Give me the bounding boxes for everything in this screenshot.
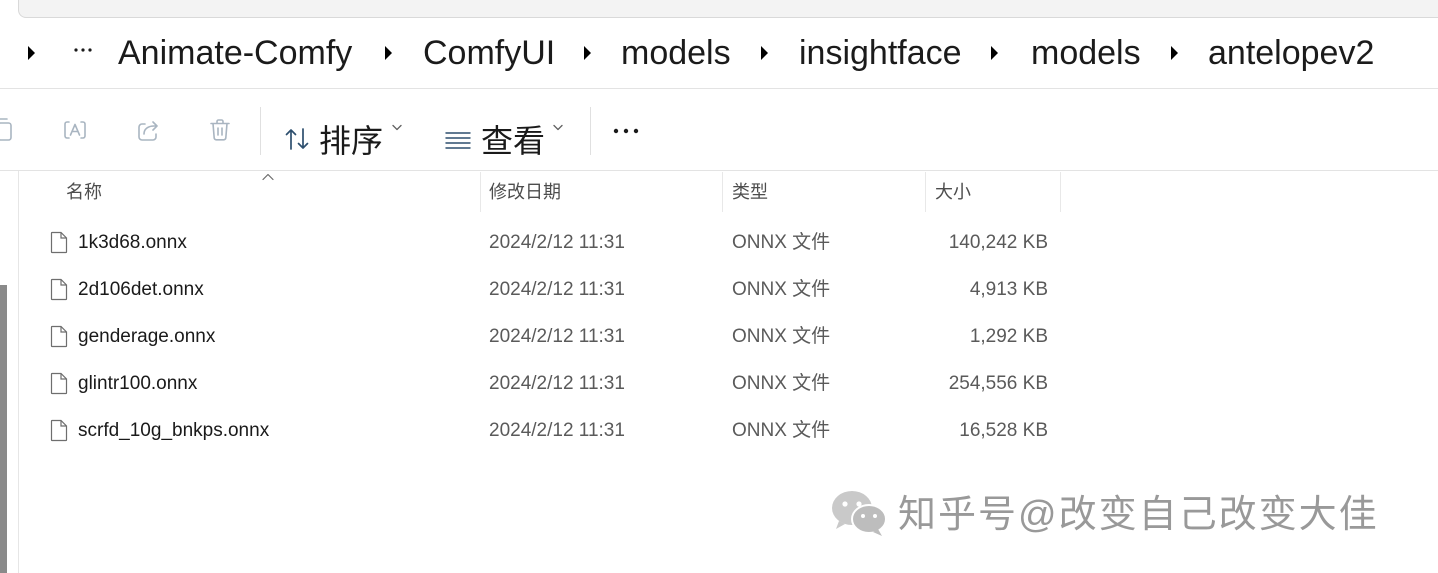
- address-bar[interactable]: Animate-Comfy ComfyUI models insightface…: [0, 18, 1438, 88]
- file-modified: 2024/2/12 11:31: [489, 373, 625, 394]
- breadcrumb-item[interactable]: models: [621, 32, 731, 74]
- sort-icon: [285, 128, 309, 150]
- column-header-type[interactable]: 类型: [732, 174, 768, 210]
- watermark-text: 知乎号@改变自己改变大佳: [898, 494, 1379, 536]
- column-divider[interactable]: [480, 172, 481, 212]
- chevron-up-icon: [262, 173, 274, 181]
- chevron-right-icon[interactable]: [988, 44, 1000, 62]
- column-header-size[interactable]: 大小: [935, 174, 971, 210]
- breadcrumb-item[interactable]: insightface: [799, 32, 962, 74]
- file-modified: 2024/2/12 11:31: [489, 326, 625, 347]
- chevron-right-icon[interactable]: [758, 44, 770, 62]
- column-divider[interactable]: [925, 172, 926, 212]
- sort-label: 排序: [319, 123, 384, 159]
- copy-icon[interactable]: [0, 117, 15, 143]
- navigation-pane-scrollbar[interactable]: [0, 285, 7, 573]
- sort-button[interactable]: 排序: [284, 115, 408, 167]
- chevron-right-icon[interactable]: [25, 44, 37, 62]
- chevron-down-icon: [392, 124, 402, 131]
- title-bar-strip: [18, 0, 1438, 18]
- breadcrumb-item[interactable]: Animate-Comfy: [118, 32, 352, 74]
- file-row[interactable]: scrfd_10g_bnkps.onnx 2024/2/12 11:31 ONN…: [19, 407, 1060, 454]
- column-header-modified[interactable]: 修改日期: [489, 174, 561, 210]
- file-type: ONNX 文件: [732, 279, 831, 300]
- breadcrumb-overflow-icon[interactable]: [73, 47, 93, 53]
- rename-icon[interactable]: [62, 117, 88, 143]
- more-options-icon[interactable]: [612, 127, 640, 135]
- file-icon: [50, 278, 68, 301]
- chevron-right-icon[interactable]: [1168, 44, 1180, 62]
- file-modified: 2024/2/12 11:31: [489, 279, 625, 300]
- file-row[interactable]: genderage.onnx 2024/2/12 11:31 ONNX 文件 1…: [19, 313, 1060, 360]
- file-modified: 2024/2/12 11:31: [489, 420, 625, 441]
- share-icon[interactable]: [135, 117, 161, 143]
- file-icon: [50, 231, 68, 254]
- view-icon: [445, 132, 471, 149]
- breadcrumb-item-current[interactable]: antelopev2: [1208, 32, 1374, 74]
- file-size: 140,242 KB: [948, 232, 1048, 253]
- file-name: glintr100.onnx: [78, 373, 198, 394]
- toolbar-separator: [260, 107, 261, 155]
- chevron-down-icon: [553, 124, 563, 131]
- column-divider[interactable]: [1060, 172, 1061, 212]
- file-name: genderage.onnx: [78, 326, 216, 347]
- column-header-name[interactable]: 名称: [66, 174, 102, 210]
- file-type: ONNX 文件: [732, 232, 831, 253]
- file-type: ONNX 文件: [732, 420, 831, 441]
- file-icon: [50, 325, 68, 348]
- file-icon: [50, 419, 68, 442]
- file-type: ONNX 文件: [732, 326, 831, 347]
- command-toolbar: 排序 查看: [0, 89, 1438, 170]
- file-name: 2d106det.onnx: [78, 279, 204, 300]
- delete-icon[interactable]: [207, 117, 233, 143]
- breadcrumb-item[interactable]: models: [1031, 32, 1141, 74]
- view-label: 查看: [481, 123, 546, 159]
- view-button[interactable]: 查看: [444, 115, 570, 167]
- file-modified: 2024/2/12 11:31: [489, 232, 625, 253]
- file-name: scrfd_10g_bnkps.onnx: [78, 420, 270, 441]
- wechat-logo-icon: [832, 491, 887, 536]
- file-name: 1k3d68.onnx: [78, 232, 187, 253]
- file-size: 254,556 KB: [948, 373, 1048, 394]
- file-row[interactable]: 2d106det.onnx 2024/2/12 11:31 ONNX 文件 4,…: [19, 266, 1060, 313]
- file-size: 16,528 KB: [959, 420, 1048, 441]
- file-row[interactable]: glintr100.onnx 2024/2/12 11:31 ONNX 文件 2…: [19, 360, 1060, 407]
- breadcrumb-item[interactable]: ComfyUI: [423, 32, 555, 74]
- chevron-right-icon[interactable]: [382, 44, 394, 62]
- file-size: 4,913 KB: [969, 279, 1048, 300]
- file-row[interactable]: 1k3d68.onnx 2024/2/12 11:31 ONNX 文件 140,…: [19, 219, 1060, 266]
- chevron-right-icon[interactable]: [581, 44, 593, 62]
- column-divider[interactable]: [722, 172, 723, 212]
- toolbar-separator: [590, 107, 591, 155]
- file-icon: [50, 372, 68, 395]
- file-size: 1,292 KB: [969, 326, 1048, 347]
- file-type: ONNX 文件: [732, 373, 831, 394]
